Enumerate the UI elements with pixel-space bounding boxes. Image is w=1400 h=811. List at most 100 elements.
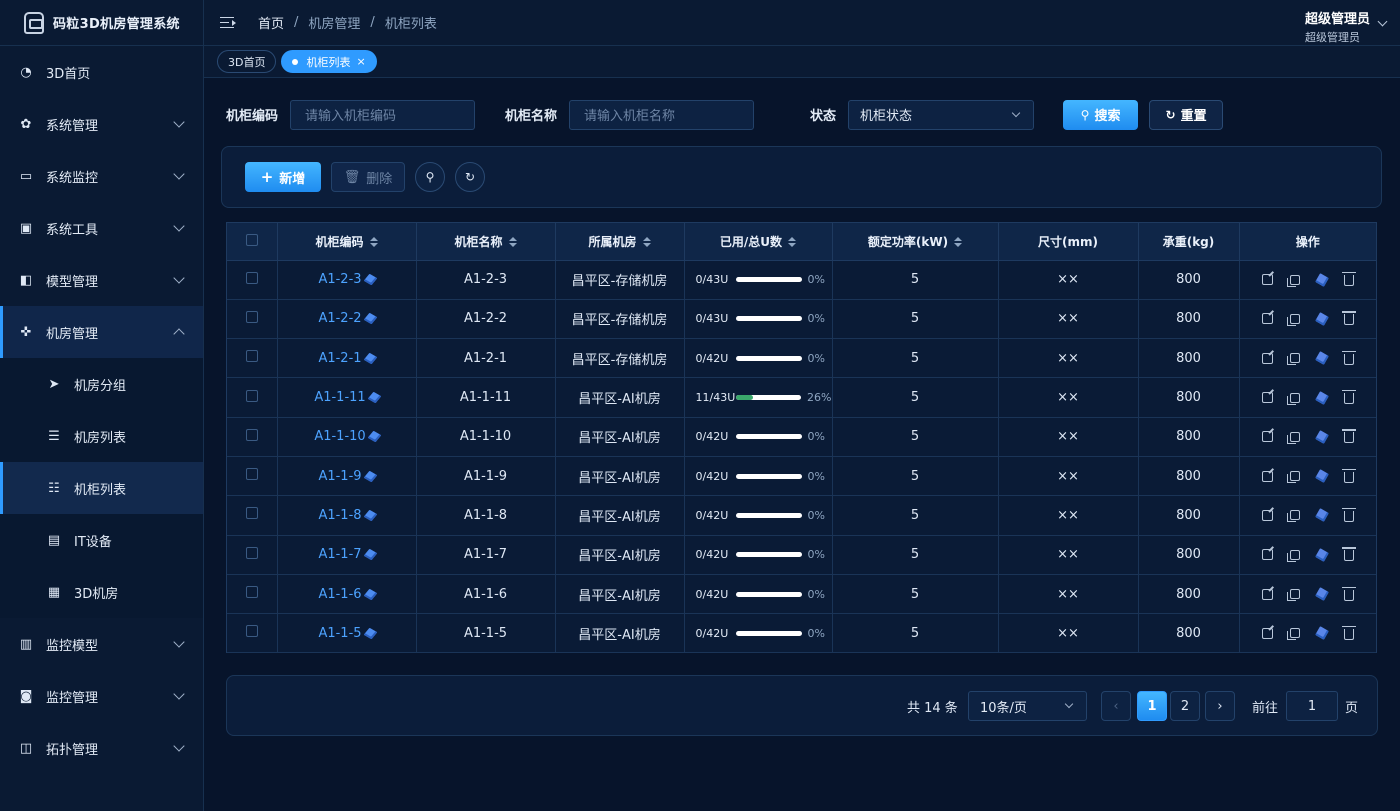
sort-icon[interactable] xyxy=(369,237,378,248)
sidebar-item-cabinet-list[interactable]: ☷ 机柜列表 xyxy=(0,462,203,514)
cube-3d-icon[interactable] xyxy=(1314,626,1329,641)
sort-icon[interactable] xyxy=(788,237,797,248)
edit-icon[interactable] xyxy=(1261,274,1273,286)
trash-icon[interactable] xyxy=(1341,350,1356,365)
page-button-1[interactable]: 1 xyxy=(1137,691,1167,721)
copy-icon[interactable] xyxy=(1286,392,1300,405)
tag-cabinet-list[interactable]: 机柜列表 × xyxy=(281,50,377,73)
cabinet-code-link[interactable]: A1-1-11 xyxy=(314,390,365,405)
edit-icon[interactable] xyxy=(1261,509,1273,521)
cube-3d-icon[interactable] xyxy=(1314,390,1329,405)
next-page-button[interactable]: › xyxy=(1205,691,1235,721)
status-select[interactable]: 机柜状态 xyxy=(848,99,1035,130)
cube-3d-icon[interactable] xyxy=(363,588,377,600)
row-checkbox[interactable] xyxy=(245,507,258,520)
copy-icon[interactable] xyxy=(1286,313,1300,326)
sort-icon[interactable] xyxy=(508,237,517,248)
sidebar-item-3d-room[interactable]: ▦ 3D机房 xyxy=(0,566,203,618)
select-all-checkbox[interactable] xyxy=(245,233,258,246)
cube-3d-icon[interactable] xyxy=(363,470,377,482)
code-input[interactable]: 请输入机柜编码 xyxy=(290,99,476,130)
sidebar-item-room-management[interactable]: ✜ 机房管理 xyxy=(0,306,203,358)
cube-3d-icon[interactable] xyxy=(363,313,377,325)
cube-3d-icon[interactable] xyxy=(363,627,377,640)
sort-icon[interactable] xyxy=(642,237,651,248)
edit-icon[interactable] xyxy=(1261,313,1273,325)
cabinet-code-link[interactable]: A1-1-8 xyxy=(318,508,361,523)
cabinet-code-link[interactable]: A1-1-7 xyxy=(318,547,361,562)
copy-icon[interactable] xyxy=(1286,628,1300,641)
cube-3d-icon[interactable] xyxy=(1314,547,1329,562)
row-checkbox[interactable] xyxy=(245,271,258,284)
sidebar-item-room-list[interactable]: ☰ 机房列表 xyxy=(0,410,203,462)
sidebar-item-system-tools[interactable]: ▣ 系统工具 xyxy=(0,202,203,254)
copy-icon[interactable] xyxy=(1286,431,1300,444)
cube-3d-icon[interactable] xyxy=(363,273,377,286)
sidebar-item-3d-home[interactable]: ◔ 3D首页 xyxy=(0,46,203,98)
sidebar-item-topology-management[interactable]: ◫ 拓扑管理 xyxy=(0,722,203,774)
trash-icon[interactable] xyxy=(1341,586,1356,601)
row-checkbox[interactable] xyxy=(245,625,258,638)
cube-3d-icon[interactable] xyxy=(367,391,382,404)
cube-3d-icon[interactable] xyxy=(1314,508,1329,523)
prev-page-button[interactable]: ‹ xyxy=(1101,691,1131,721)
sidebar-item-room-group[interactable]: ➤ 机房分组 xyxy=(0,358,203,410)
copy-icon[interactable] xyxy=(1286,510,1300,523)
cube-3d-icon[interactable] xyxy=(363,352,377,364)
copy-icon[interactable] xyxy=(1286,471,1300,484)
user-menu[interactable]: 超级管理员 超级管理员 xyxy=(1305,8,1370,45)
page-button-2[interactable]: 2 xyxy=(1170,691,1200,721)
edit-icon[interactable] xyxy=(1261,431,1273,443)
trash-icon[interactable] xyxy=(1341,390,1356,405)
row-checkbox[interactable] xyxy=(245,350,258,363)
cube-3d-icon[interactable] xyxy=(1314,587,1329,601)
column-header-room[interactable]: 所属机房 xyxy=(555,223,685,261)
row-checkbox[interactable] xyxy=(245,546,258,559)
sidebar-item-monitor-model[interactable]: ▥ 监控模型 xyxy=(0,618,203,670)
cabinet-code-link[interactable]: A1-2-3 xyxy=(318,272,361,287)
goto-page-input[interactable]: 1 xyxy=(1286,691,1338,721)
chevron-down-icon[interactable] xyxy=(1377,16,1388,27)
cube-3d-icon[interactable] xyxy=(363,509,377,522)
cabinet-code-link[interactable]: A1-1-10 xyxy=(314,429,365,444)
trash-icon[interactable] xyxy=(1341,625,1356,640)
edit-icon[interactable] xyxy=(1261,470,1273,482)
edit-icon[interactable] xyxy=(1261,588,1273,600)
row-checkbox[interactable] xyxy=(245,310,258,323)
edit-icon[interactable] xyxy=(1261,352,1273,364)
cube-3d-icon[interactable] xyxy=(1314,429,1329,444)
trash-icon[interactable] xyxy=(1341,507,1356,522)
cube-3d-icon[interactable] xyxy=(1314,312,1329,326)
close-icon[interactable]: × xyxy=(356,55,365,68)
sidebar-item-model-management[interactable]: ◧ 模型管理 xyxy=(0,254,203,306)
copy-icon[interactable] xyxy=(1286,549,1300,562)
cabinet-code-link[interactable]: A1-1-9 xyxy=(318,469,361,484)
column-header-code[interactable]: 机柜编码 xyxy=(277,223,417,261)
page-size-select[interactable]: 10条/页 xyxy=(968,691,1087,721)
delete-button[interactable]: 🗑 删除 xyxy=(331,162,405,192)
sidebar-item-system-management[interactable]: ✿ 系统管理 xyxy=(0,98,203,150)
cube-3d-icon[interactable] xyxy=(1314,351,1329,366)
sidebar-item-monitor-management[interactable]: ◙ 监控管理 xyxy=(0,670,203,722)
cabinet-code-link[interactable]: A1-2-2 xyxy=(318,311,361,326)
trash-icon[interactable] xyxy=(1341,547,1356,562)
cube-3d-icon[interactable] xyxy=(367,431,382,443)
row-checkbox[interactable] xyxy=(245,468,258,481)
edit-icon[interactable] xyxy=(1261,627,1273,639)
copy-icon[interactable] xyxy=(1286,353,1300,366)
reset-button[interactable]: ↻ 重置 xyxy=(1149,99,1224,130)
cabinet-code-link[interactable]: A1-1-6 xyxy=(318,587,361,602)
edit-icon[interactable] xyxy=(1261,549,1273,561)
column-header-name[interactable]: 机柜名称 xyxy=(416,223,556,261)
trash-icon[interactable] xyxy=(1341,311,1356,326)
cube-3d-icon[interactable] xyxy=(1314,469,1329,483)
edit-icon[interactable] xyxy=(1261,392,1273,404)
sidebar-item-it-device[interactable]: ▤ IT设备 xyxy=(0,514,203,566)
sort-icon[interactable] xyxy=(954,237,963,248)
column-header-usage[interactable]: 已用/总U数 xyxy=(684,223,833,261)
cube-3d-icon[interactable] xyxy=(363,548,377,561)
toggle-search-button[interactable]: ⚲ xyxy=(415,162,445,192)
cube-3d-icon[interactable] xyxy=(1314,272,1329,287)
name-input[interactable]: 请输入机柜名称 xyxy=(569,99,755,130)
column-header-power[interactable]: 额定功率(kW) xyxy=(832,223,999,261)
